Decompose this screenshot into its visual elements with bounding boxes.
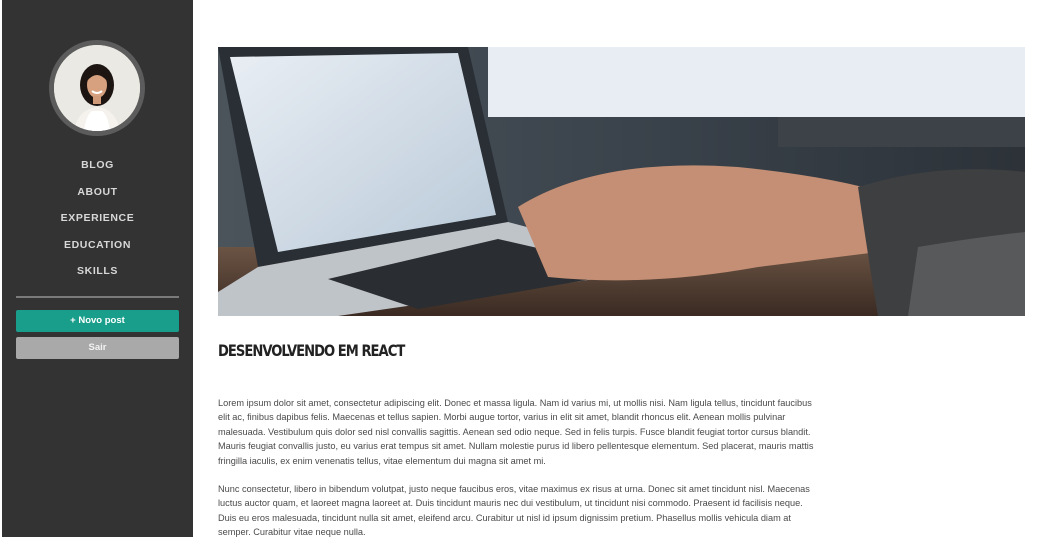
post-paragraph: Nunc consectetur, libero in bibendum vol… xyxy=(218,484,810,538)
post-paragraph: Lorem ipsum dolor sit amet, consectetur … xyxy=(218,398,814,466)
nav-item-education[interactable]: EDUCATION xyxy=(2,238,193,265)
nav-item-experience[interactable]: EXPERIENCE xyxy=(2,211,193,238)
sidebar-nav: BLOG ABOUT EXPERIENCE EDUCATION SKILLS xyxy=(2,158,193,291)
sidebar: BLOG ABOUT EXPERIENCE EDUCATION SKILLS +… xyxy=(2,0,193,537)
profile-photo xyxy=(54,45,140,131)
sidebar-divider xyxy=(16,296,179,298)
avatar[interactable] xyxy=(49,40,145,136)
nav-item-skills[interactable]: SKILLS xyxy=(2,264,193,291)
post-body: Lorem ipsum dolor sit amet, consectetur … xyxy=(218,396,818,554)
post-hero-image xyxy=(218,47,1025,316)
nav-item-about[interactable]: ABOUT xyxy=(2,185,193,212)
post-title: DESENVOLVENDO EM REACT xyxy=(218,340,405,360)
logout-button[interactable]: Sair xyxy=(16,337,179,359)
nav-item-blog[interactable]: BLOG xyxy=(2,158,193,185)
new-post-button[interactable]: + Novo post xyxy=(16,310,179,332)
